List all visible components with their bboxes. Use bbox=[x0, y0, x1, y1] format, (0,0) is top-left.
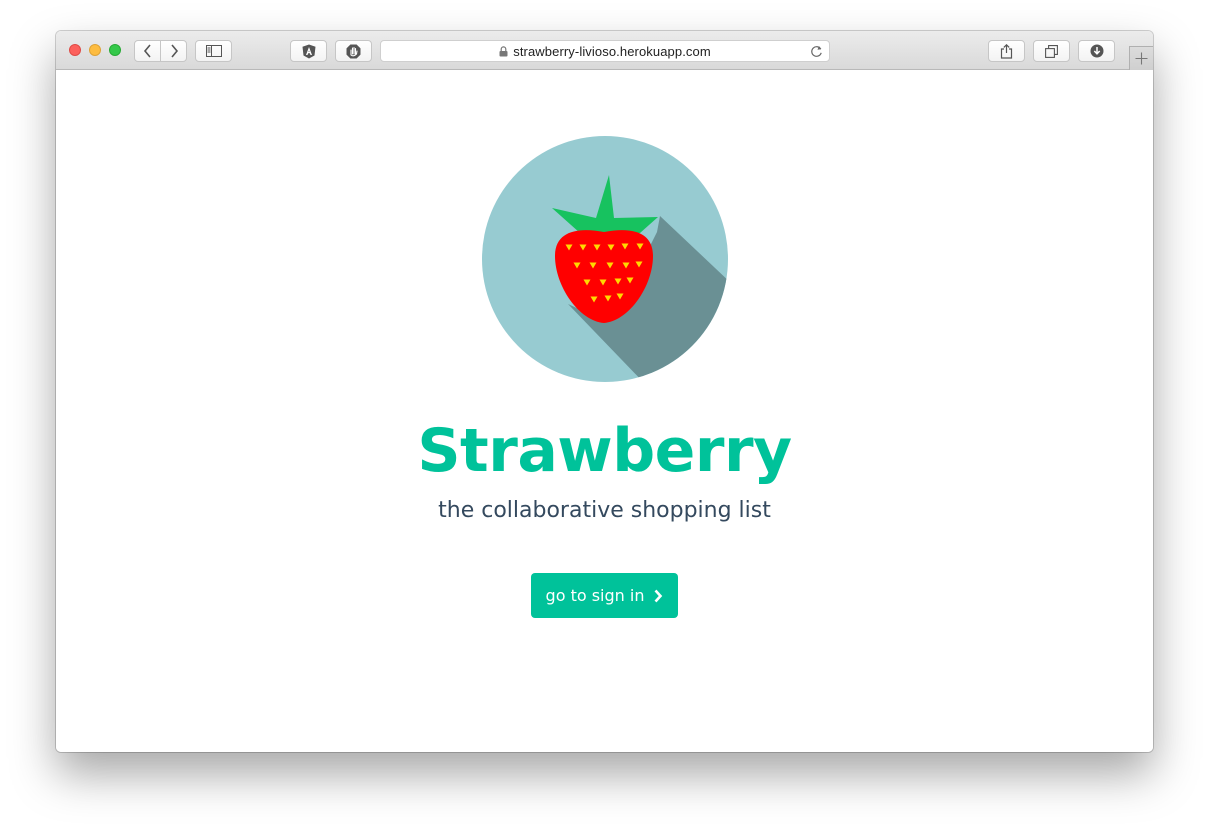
chevron-right-icon bbox=[170, 44, 178, 58]
go-to-sign-in-button[interactable]: go to sign in bbox=[531, 573, 678, 618]
strawberry-logo bbox=[482, 136, 728, 382]
lock-icon bbox=[499, 45, 508, 56]
page-content: Strawberry the collaborative shopping li… bbox=[56, 70, 1153, 752]
back-button[interactable] bbox=[134, 40, 161, 62]
chevron-right-icon bbox=[655, 589, 663, 602]
close-icon[interactable] bbox=[69, 44, 81, 56]
address-bar[interactable]: strawberry-livioso.herokuapp.com bbox=[380, 40, 830, 62]
sidebar-icon bbox=[205, 45, 222, 57]
forward-button[interactable] bbox=[160, 40, 187, 62]
chevron-left-icon bbox=[143, 44, 151, 58]
brand-title: Strawberry bbox=[417, 416, 792, 486]
downloads-button[interactable] bbox=[1078, 40, 1115, 62]
minimize-icon[interactable] bbox=[89, 44, 101, 56]
plus-icon bbox=[1135, 52, 1148, 65]
adblock-extension-button[interactable] bbox=[335, 40, 372, 62]
browser-window: strawberry-livioso.herokuapp.com Strawbe… bbox=[56, 31, 1153, 752]
url-text: strawberry-livioso.herokuapp.com bbox=[513, 43, 711, 59]
new-tab-button[interactable] bbox=[1129, 46, 1153, 70]
tabs-icon bbox=[1045, 44, 1058, 58]
tagline: the collaborative shopping list bbox=[438, 498, 771, 523]
angular-icon bbox=[302, 44, 315, 58]
tabs-overview-button[interactable] bbox=[1033, 40, 1070, 62]
hand-stop-icon bbox=[346, 44, 361, 58]
maximize-icon[interactable] bbox=[109, 44, 121, 56]
sidebar-button[interactable] bbox=[195, 40, 232, 62]
download-icon bbox=[1090, 44, 1103, 58]
browser-toolbar: strawberry-livioso.herokuapp.com bbox=[56, 31, 1153, 70]
angular-extension-button[interactable] bbox=[290, 40, 327, 62]
reload-icon[interactable] bbox=[810, 45, 823, 58]
cta-label: go to sign in bbox=[545, 586, 645, 605]
share-icon bbox=[1000, 43, 1013, 59]
share-button[interactable] bbox=[988, 40, 1025, 62]
